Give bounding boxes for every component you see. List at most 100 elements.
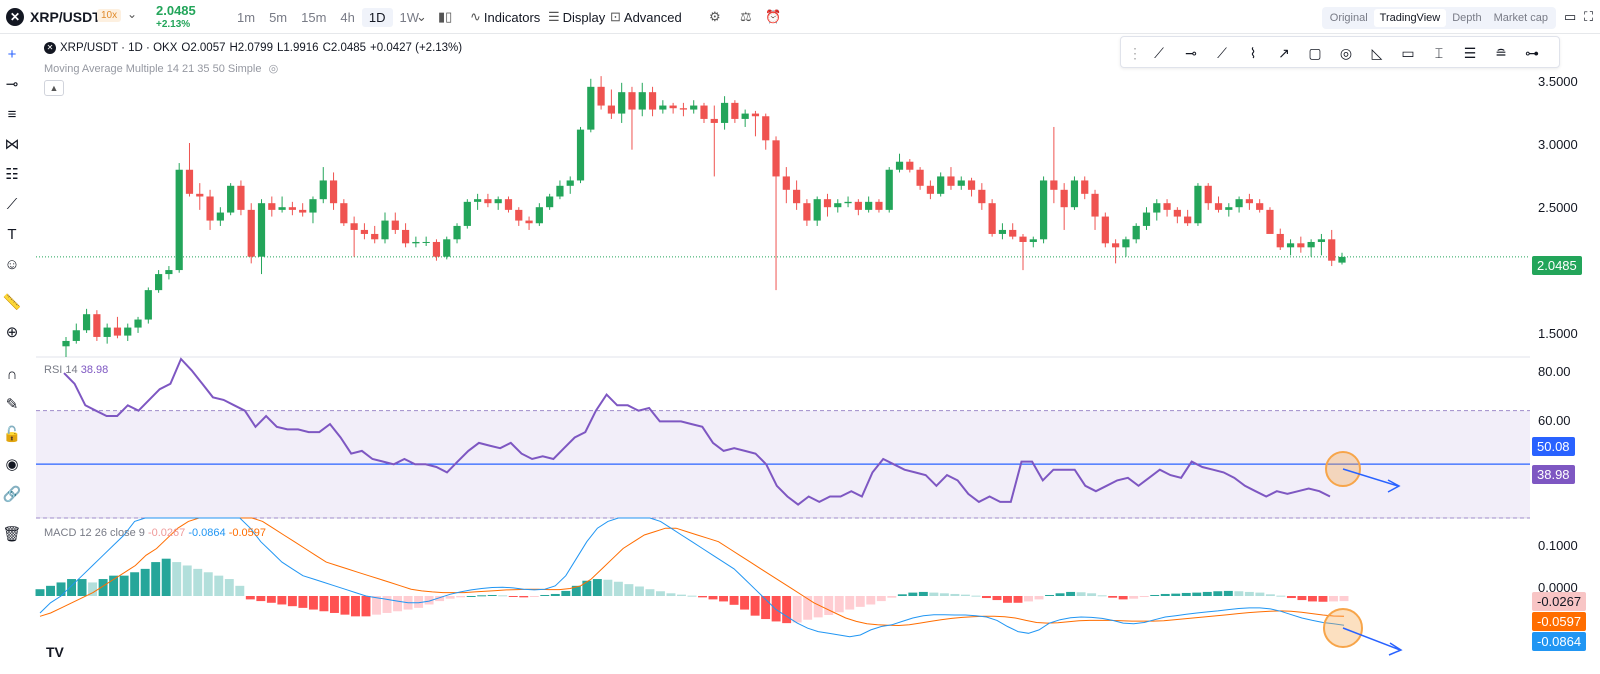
drag-handle-icon[interactable]: ⋮ [1125,43,1145,63]
candles-layer [62,76,1346,357]
tradingview-logo-icon[interactable]: TV [46,644,74,666]
candle-body [782,176,790,190]
macd-histogram-bar [1213,591,1223,596]
triangle-icon[interactable]: ◺ [1367,43,1387,63]
rsi-legend: RSI 14 38.98 [44,364,108,376]
legend-change: +0.0427 (+2.13%) [370,42,463,54]
macd-histogram-bar [834,596,844,613]
macd-histogram-bar [151,562,161,596]
macd-histogram-bar [1329,596,1338,602]
macd-histogram-bar [287,596,297,607]
candle-body [1286,243,1295,248]
candle-body [288,207,296,210]
candle-body [1276,233,1284,248]
candle-body [978,189,986,204]
macd-histogram-bar [582,580,592,596]
candle-body [360,229,369,234]
macd-histogram-bar [950,593,960,596]
rectangle-icon[interactable]: ▢ [1305,43,1325,63]
candle-body [227,185,235,213]
macd-histogram-bar [939,593,949,596]
candle-body [1245,199,1253,204]
legend-open: O2.0057 [181,42,226,54]
ma-legend[interactable]: Moving Average Multiple 14 21 35 50 Simp… [44,62,278,75]
macd-histogram-bar [1265,594,1275,596]
eye-hidden-icon[interactable]: ◎ [269,63,279,75]
macd-label: MACD 12 26 close 9 [44,527,145,539]
macd-histogram-bar [193,568,203,596]
macd-line-value: -0.0864 [188,527,226,539]
macd-histogram-bar [372,596,381,615]
macd-histogram-bar [792,596,802,623]
candle-body [1060,189,1068,208]
macd-histogram-bar [1076,592,1086,596]
macd-histogram-bar [519,596,529,598]
macd-histogram-bar [203,572,213,596]
long-position-icon[interactable]: ⊶ [1522,43,1542,63]
macd-histogram-bar [1087,593,1097,596]
candle-body [165,270,173,275]
candle-body [720,102,729,123]
price-chart[interactable] [0,0,1600,674]
candle-body [1112,243,1120,248]
candle-body [237,185,245,210]
candle-body [350,223,358,230]
ray-icon[interactable]: ⊸ [1181,43,1201,63]
rsi-value: 38.98 [80,364,109,376]
fib-fan-icon[interactable]: ≘ [1491,43,1511,63]
candle-body [1266,209,1274,234]
candle-body [803,203,811,221]
trend-line-icon[interactable]: ⟋ [1149,43,1169,63]
candle-body [556,185,564,197]
candle-body [854,201,862,210]
candle-body [576,129,585,181]
candle-body [422,241,430,243]
candle-body [597,86,605,106]
macd-histogram-bar [214,575,224,596]
circle-icon[interactable]: ◎ [1336,43,1356,63]
macd-histogram-bar [1003,596,1012,603]
arrow-line-icon[interactable]: ↗ [1274,43,1294,63]
candle-body [1338,256,1346,263]
macd-histogram-bar [224,579,234,596]
candle-body [669,105,677,109]
rsi-label: RSI 14 [44,364,78,376]
macd-histogram-bar [1013,596,1023,603]
macd-histogram-bar [908,592,918,596]
path-icon[interactable]: ⌇ [1243,43,1263,63]
candle-body [916,169,924,186]
macd-histogram-bar [487,594,497,596]
candle-body [1029,239,1037,242]
macd-histogram-bar [719,596,729,602]
collapse-legend-button[interactable]: ▲ [44,80,64,96]
candle-body [1297,243,1305,248]
candle-body [700,105,708,119]
macd-histogram-bar [1150,594,1160,596]
candle-body [731,102,739,119]
macd-histogram-bar [971,595,981,597]
macd-histogram-bar [918,591,928,596]
price-range-icon[interactable]: ⌶ [1429,43,1449,63]
macd-histogram-bar [729,596,739,605]
macd-histogram-bar [708,596,718,600]
candle-body [391,220,399,230]
candle-body [1194,185,1202,224]
callout-icon[interactable]: ▭ [1398,43,1418,63]
macd-histogram-bar [308,596,318,610]
candle-body [1173,209,1181,217]
candle-body [679,108,688,110]
macd-histogram-bar [1318,596,1328,602]
macd-histogram-bar [876,596,886,602]
candle-body [113,327,122,336]
fib-icon[interactable]: ☰ [1460,43,1480,63]
price-axis-label: 1.5000 [1538,326,1578,341]
macd-histogram-bar [1223,590,1233,596]
price-axis-label: 2.5000 [1538,200,1578,215]
info-line-icon[interactable]: ⟋ [1212,43,1232,63]
candle-body [1132,225,1140,240]
macd-histogram-bar [845,596,855,610]
candle-body [710,118,718,123]
macd-histogram-bar [361,596,371,617]
candle-body [1081,180,1089,194]
candle-body [309,199,317,213]
